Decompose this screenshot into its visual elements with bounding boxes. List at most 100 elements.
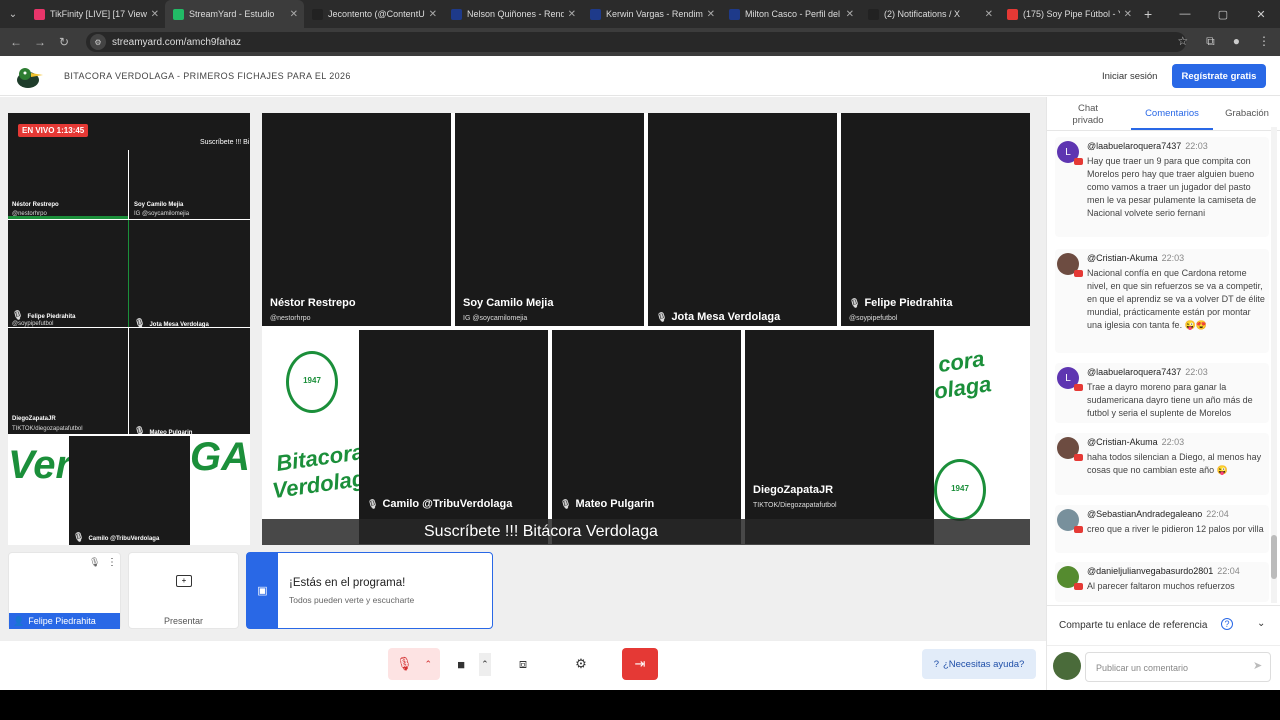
new-tab-icon[interactable]: + [1144,6,1152,22]
close-tab-icon[interactable]: ✕ [151,9,159,20]
bookmark-star-icon[interactable]: ☆ [1177,34,1188,49]
favicon-icon [729,8,740,20]
comment-item: @Cristian-Akuma 22:03 Nacional confía en q… [1055,249,1269,353]
minimize-icon[interactable]: — [1166,0,1204,28]
info-icon[interactable]: ? [1221,618,1233,630]
broadcast-title: BITACORA VERDOLAGA - PRIMEROS FICHAJES P… [64,71,351,81]
comment-text: Nacional confía en que Cardona retome ni… [1087,268,1265,330]
mute-button[interactable]: 🎙 ⌃ [388,648,440,680]
muted-mic-icon[interactable]: 🎙 [89,557,100,568]
close-tab-icon[interactable]: ✕ [290,9,298,20]
participant-tile[interactable]: Néstor Restrepo @nestorhrpo [262,113,451,326]
comment-user[interactable]: @laabuelaroquera7437 [1087,141,1181,151]
participant-name: Néstor Restrepo [270,297,356,309]
scrollbar[interactable] [1271,127,1277,603]
maximize-icon[interactable]: ▢ [1204,0,1242,28]
mic-off-icon: 🎙 [395,656,413,671]
tab-label: (175) Soy Pipe Fútbol - Yo [1023,9,1120,19]
program-subtitle: Todos pueden verte y escucharte [289,595,415,605]
browser-tabbar: ⌄ TikFinity [LIVE] [17 Viewe ✕ StreamYard … [0,0,1280,28]
participant-tile[interactable]: DiegoZapataJR TIKTOK/Diegozapatafutbol [745,330,934,544]
card-menu-icon[interactable]: ⋮ [107,557,117,568]
comment-user[interactable]: @SebastianAndradegaleano [1087,509,1202,519]
register-button[interactable]: Regístrate gratis [1172,64,1266,88]
comment-user[interactable]: @laabuelaroquera7437 [1087,367,1181,377]
help-button[interactable]: ? ¿Necesitas ayuda? [922,649,1036,679]
close-tab-icon[interactable]: ✕ [1124,9,1132,20]
leave-button[interactable]: ⇥ [622,648,658,680]
participant-name-text: Camilo @TribuVerdolaga [382,498,513,510]
login-link[interactable]: Iniciar sesión [1102,71,1157,82]
profile-icon[interactable]: ● [1233,34,1240,49]
browser-tab[interactable]: Jecontento (@ContentUo ✕ [304,0,443,28]
youtube-icon [1074,384,1083,391]
comment-time: 22:03 [1161,253,1185,263]
comment-text: creo que a river le pidieron 12 palos po… [1087,524,1264,534]
participant-tile[interactable]: 🎙 Felipe Piedrahita @soypipefutbol [841,113,1030,326]
reload-icon[interactable]: ↻ [52,35,76,49]
muted-mic-icon: 🎙 [367,499,379,509]
youtube-icon [1074,158,1083,165]
participant-tile[interactable]: Soy Camilo Mejia IG @soycamilomejia [455,113,644,326]
browser-tab[interactable]: StreamYard - Estudio ✕ [165,0,304,28]
avatar: L [1057,367,1083,391]
participant-handle: @nestorhrpo [270,315,311,322]
referral-row[interactable]: Comparte tu enlace de referencia ? ⌄ [1047,605,1280,645]
browser-tab[interactable]: Milton Casco - Perfil del j ✕ [721,0,860,28]
close-tab-icon[interactable]: ✕ [568,9,576,20]
close-tab-icon[interactable]: ✕ [707,9,715,20]
browser-tab[interactable]: (175) Soy Pipe Fútbol - Yo ✕ [999,0,1138,28]
back-icon[interactable]: ← [4,35,28,49]
avatar [1057,253,1083,277]
browser-tab[interactable]: (2) Notifications / X ✕ [860,0,999,28]
tab-comments[interactable]: Comentarios [1131,108,1213,120]
share-screen-button[interactable]: ⧈ [506,648,540,680]
tab-recording[interactable]: Grabación [1219,108,1275,120]
participant-name: 🎙 Jota Mesa Verdolaga [656,311,780,323]
participant-tile[interactable]: 🎙 Jota Mesa Verdolaga [648,113,837,326]
chevron-up-icon[interactable]: ⌃ [424,659,432,670]
camera-button[interactable]: ■ ⌃ [448,648,500,680]
chevron-down-icon[interactable]: ⌄ [1257,618,1265,629]
close-tab-icon[interactable]: ✕ [429,9,437,20]
comment-input[interactable]: Publicar un comentario [1085,652,1271,682]
browser-tab[interactable]: Nelson Quiñones - Rendi ✕ [443,0,582,28]
comment-item: L @laabuelaroquera7437 22:03 Trae a dayro m… [1055,363,1269,423]
camera-chevron-icon[interactable]: ⌃ [479,652,491,676]
present-card[interactable]: + Presentar [128,552,239,629]
participant-name: 🎙 Mateo Pulgarin [560,498,654,510]
url-field[interactable]: ⚙ streamyard.com/amch9fahaz [86,32,1186,52]
youtube-icon [1074,583,1083,590]
comment-user[interactable]: @danieljulianvegabasurdo2801 [1087,566,1213,576]
participant-name-text: Mateo Pulgarin [575,498,655,510]
send-icon[interactable]: ➤ [1253,659,1262,672]
participant-tile[interactable]: 🎙 Camilo @TribuVerdolaga [359,330,548,544]
tab-label: Nelson Quiñones - Rendi [467,9,564,19]
browser-tab[interactable]: TikFinity [LIVE] [17 Viewe ✕ [26,0,165,28]
browser-tab[interactable]: Kerwin Vargas - Rendimie ✕ [582,0,721,28]
youtube-icon [1074,526,1083,533]
tab-search-icon[interactable]: ⌄ [0,0,26,28]
self-camera-card[interactable]: 🎙 ⋮ 👤 Felipe Piedrahita [8,552,121,629]
comment-text: Trae a dayro moreno para ganar la sudame… [1087,382,1253,418]
comment-user[interactable]: @Cristian-Akuma [1087,253,1158,263]
ticker-banner: Suscríbete !!! Bitácora Verdolaga [262,519,1030,545]
close-tab-icon[interactable]: ✕ [846,9,854,20]
url-text: streamyard.com/amch9fahaz [112,36,241,48]
comment-user[interactable]: @Cristian-Akuma [1087,437,1158,447]
forward-icon[interactable]: → [28,35,52,49]
participant-tile[interactable]: 🎙 Mateo Pulgarin [552,330,741,544]
tab-label: TikFinity [LIVE] [17 Viewe [50,9,147,19]
tab-private-chat[interactable]: Chat privado [1067,103,1109,127]
close-window-icon[interactable]: ✕ [1242,0,1280,28]
exit-icon: ⇥ [634,656,646,671]
tab-label: StreamYard - Estudio [189,9,275,19]
settings-button[interactable]: ⚙ [564,648,598,680]
extensions-icon[interactable]: ⧉ [1206,34,1215,49]
close-tab-icon[interactable]: ✕ [985,9,993,20]
menu-dots-icon[interactable]: ⋮ [1258,34,1270,49]
site-info-icon[interactable]: ⚙ [90,34,106,50]
program-status-card: ▣ ¡Estás en el programa! Todos pueden ve… [246,552,493,629]
avatar [1057,437,1083,461]
muted-mic-icon: 🎙 [656,312,668,322]
